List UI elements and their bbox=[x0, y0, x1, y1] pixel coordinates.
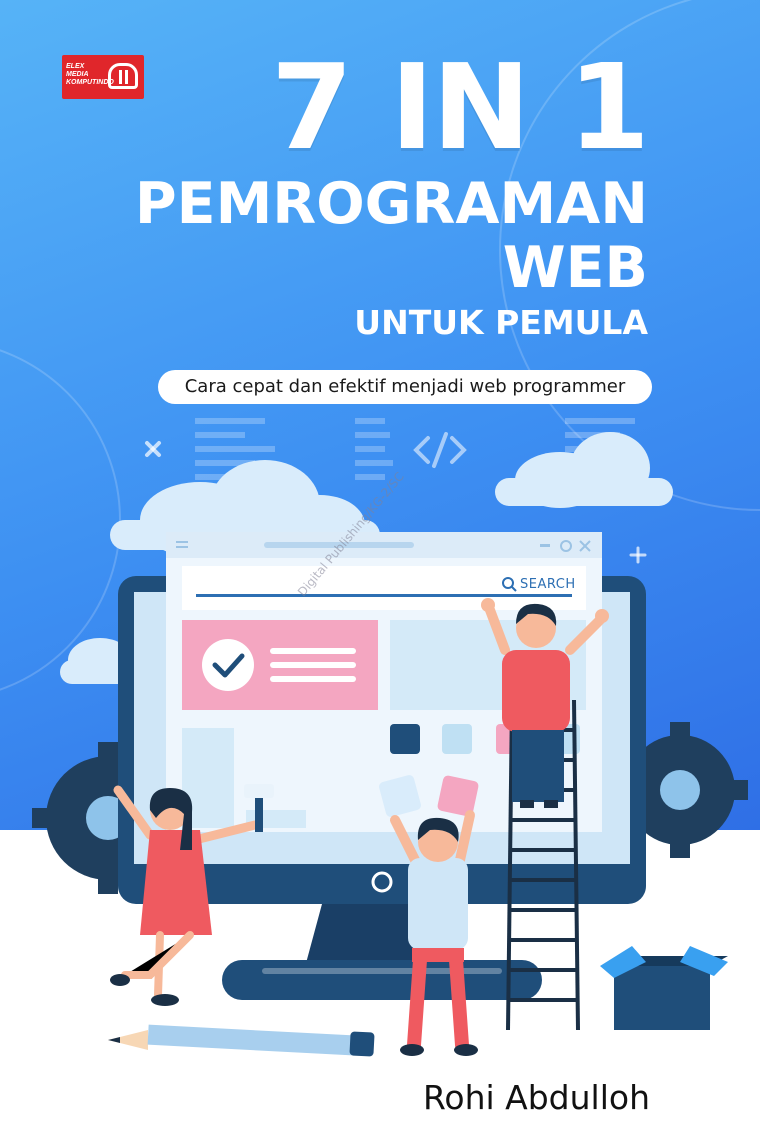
pencil bbox=[108, 1024, 375, 1057]
book-title: 7 IN 1 PEMROGRAMAN WEB UNTUK PEMULA bbox=[134, 38, 650, 346]
publisher-logo: ELEX MEDIA KOMPUTINDO bbox=[62, 55, 144, 99]
title-line-4: UNTUK PEMULA bbox=[354, 303, 648, 342]
code-tag-icon bbox=[413, 432, 467, 468]
author-name: Rohi Abdulloh bbox=[422, 1078, 650, 1117]
book-cover: ELEX MEDIA KOMPUTINDO 7 IN 1 PEMROGRAMAN… bbox=[0, 0, 760, 1140]
open-box bbox=[600, 946, 728, 1030]
logo-text-line-3: KOMPUTINDO bbox=[66, 79, 114, 86]
cross-icon bbox=[145, 441, 161, 457]
title-line-1: 7 IN 1 bbox=[270, 38, 650, 176]
title-line-2: PEMROGRAMAN bbox=[134, 171, 648, 237]
logo-text-line-2: MEDIA bbox=[66, 71, 89, 78]
search-label: SEARCH bbox=[520, 577, 576, 592]
book-subtitle: Cara cepat dan efektif menjadi web progr… bbox=[158, 370, 652, 404]
title-line-3: WEB bbox=[502, 235, 648, 301]
publisher-mark-icon bbox=[108, 63, 138, 89]
plus-icon bbox=[629, 546, 647, 564]
cloud-right bbox=[495, 432, 673, 508]
logo-text-line-1: ELEX bbox=[66, 63, 85, 70]
